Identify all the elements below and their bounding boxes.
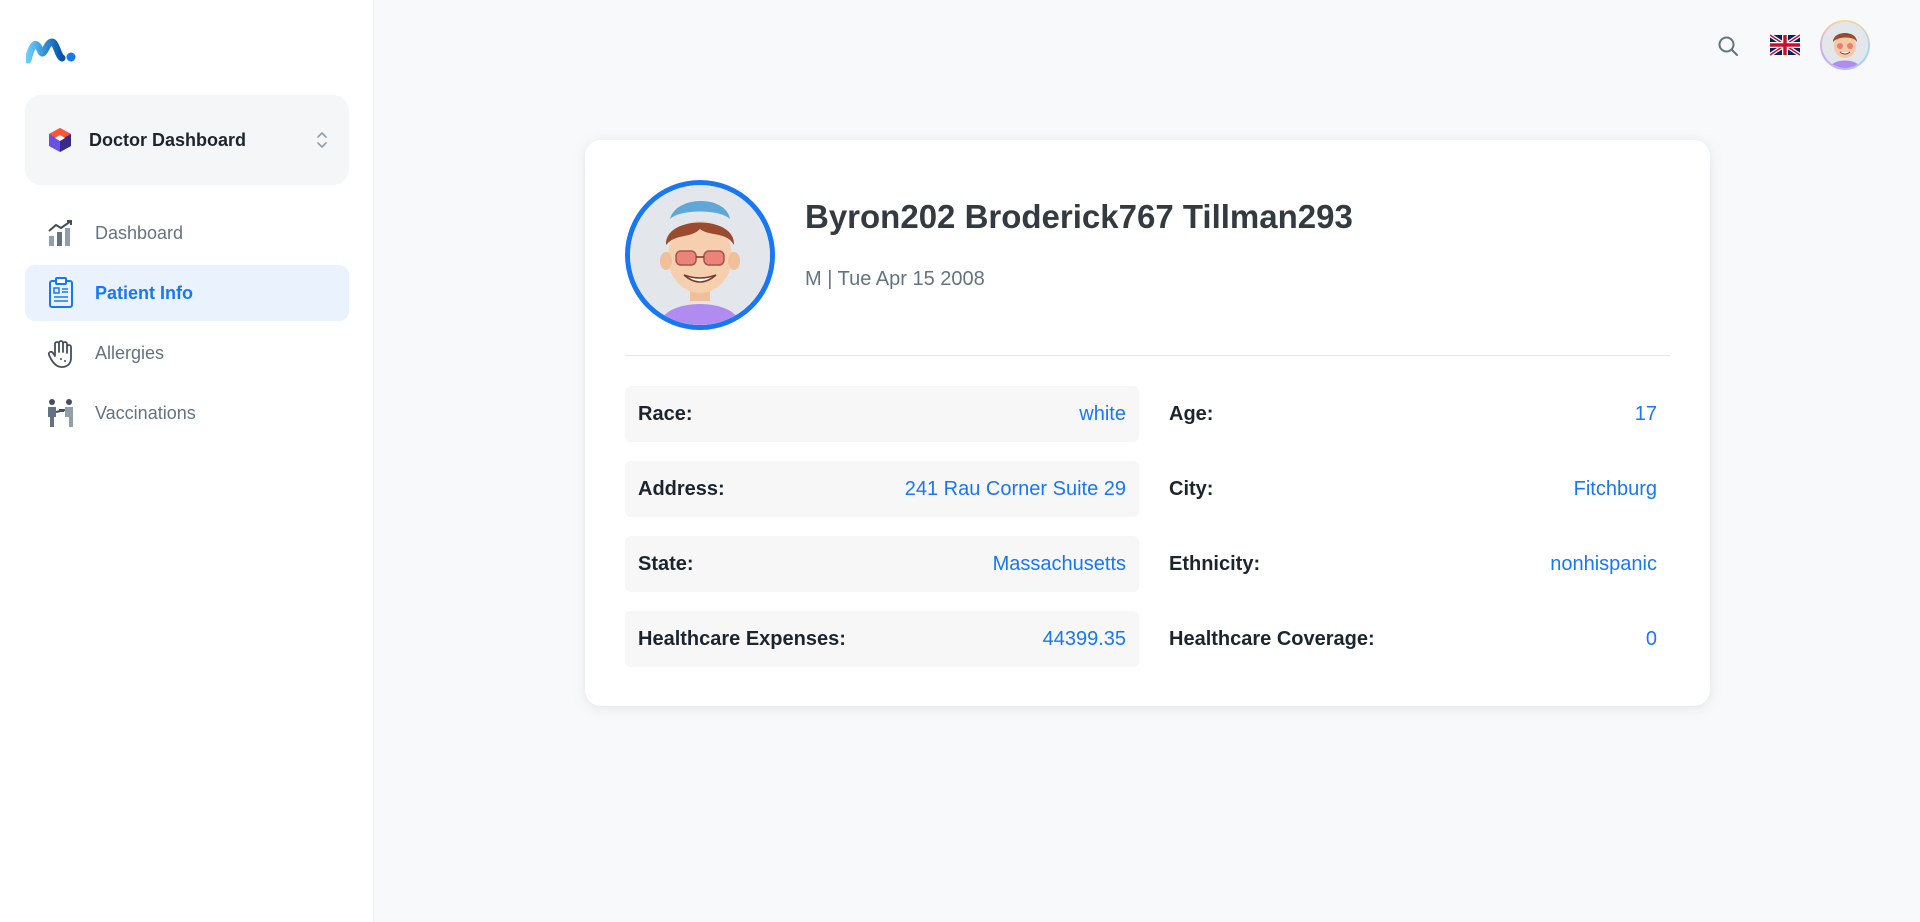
field-state: State: Massachusetts (625, 536, 1139, 592)
field-ethnicity: Ethnicity: nonhispanic (1156, 536, 1670, 592)
avatar (1822, 22, 1868, 68)
sidebar-item-patient-info[interactable]: Patient Info (25, 265, 349, 321)
sidebar-item-vaccinations[interactable]: Vaccinations (25, 385, 349, 441)
field-label: Healthcare Coverage: (1169, 627, 1375, 650)
field-value: white (1079, 402, 1126, 425)
field-label: Healthcare Expenses: (638, 627, 846, 650)
field-value: Fitchburg (1573, 477, 1657, 500)
account-avatar-button[interactable] (1820, 20, 1870, 70)
field-age: Age: 17 (1156, 386, 1670, 442)
patient-card: Byron202 Broderick767 Tillman293 M | Tue… (585, 140, 1710, 706)
uk-flag-icon (1770, 33, 1800, 57)
field-value: 44399.35 (1042, 627, 1126, 650)
sidebar: Doctor Dashboard Dashboard Patient Info … (0, 0, 374, 922)
field-value: Massachusetts (992, 552, 1126, 575)
sidebar-item-label: Patient Info (95, 282, 193, 303)
field-race: Race: white (625, 386, 1139, 442)
patient-avatar (625, 180, 775, 330)
field-address: Address: 241 Rau Corner Suite 29 (625, 461, 1139, 517)
field-label: State: (638, 552, 694, 575)
sidebar-item-label: Allergies (95, 342, 165, 363)
vaccination-icon (45, 397, 77, 429)
field-city: City: Fitchburg (1156, 461, 1670, 517)
field-value: 0 (1645, 627, 1657, 650)
search-icon (1718, 36, 1738, 56)
field-value: 241 Rau Corner Suite 29 (904, 477, 1126, 500)
field-label: Age: (1169, 402, 1214, 425)
field-healthcare-expenses: Healthcare Expenses: 44399.35 (625, 611, 1139, 667)
field-label: Race: (638, 402, 693, 425)
patient-gender-birthdate: M | Tue Apr 15 2008 (805, 268, 985, 290)
sidebar-item-label: Dashboard (95, 222, 184, 243)
field-healthcare-coverage: Healthcare Coverage: 0 (1156, 611, 1670, 667)
workspace-logo-icon (45, 125, 75, 155)
field-label: Ethnicity: (1169, 552, 1261, 575)
clipboard-icon (45, 277, 77, 309)
divider (625, 355, 1670, 356)
sidebar-item-label: Vaccinations (95, 402, 196, 423)
search-button[interactable] (1712, 30, 1744, 62)
field-value: 17 (1634, 402, 1657, 425)
chevron-up-down-icon (315, 129, 329, 151)
patient-name: Byron202 Broderick767 Tillman293 (805, 198, 1353, 235)
logo-icon[interactable] (26, 34, 76, 66)
language-button[interactable] (1769, 30, 1801, 60)
workspace-label: Doctor Dashboard (89, 129, 247, 150)
sidebar-item-allergies[interactable]: Allergies (25, 325, 349, 381)
field-label: Address: (638, 477, 725, 500)
hand-icon (45, 337, 77, 369)
field-label: City: (1169, 477, 1214, 500)
workspace-switcher[interactable]: Doctor Dashboard (25, 95, 349, 185)
chart-icon (45, 217, 77, 249)
sidebar-nav: Dashboard Patient Info Allergies Vaccina… (25, 205, 349, 445)
field-value: nonhispanic (1550, 552, 1657, 575)
sidebar-item-dashboard[interactable]: Dashboard (25, 205, 349, 261)
